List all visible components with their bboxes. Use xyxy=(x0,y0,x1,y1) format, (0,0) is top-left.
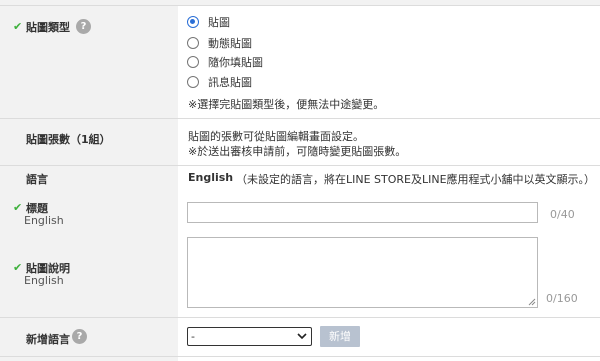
chevron-down-icon xyxy=(297,333,307,340)
check-icon: ✔ xyxy=(13,20,23,33)
radio-option-sticker[interactable]: 貼圖 xyxy=(187,13,230,31)
description-textarea[interactable] xyxy=(187,237,538,308)
description-language-sublabel: English xyxy=(24,274,64,287)
radio-option-label: 貼圖 xyxy=(208,16,230,29)
radio-option-custom-sticker[interactable]: 隨你填貼圖 xyxy=(187,53,263,71)
radio-option-label: 訊息貼圖 xyxy=(208,76,252,89)
check-icon: ✔ xyxy=(13,261,23,274)
top-divider xyxy=(0,0,600,6)
add-language-button[interactable]: 新增 xyxy=(320,326,360,347)
sticker-count-label: 貼圖張數（1組） xyxy=(26,133,111,146)
sticker-count-info: 貼圖的張數可從貼圖編輯畫面設定。 xyxy=(188,130,364,143)
radio-option-label: 隨你填貼圖 xyxy=(208,56,263,69)
radio-icon[interactable] xyxy=(187,76,199,88)
language-select[interactable]: - xyxy=(187,327,312,346)
row-divider xyxy=(0,118,600,119)
language-value: English xyxy=(188,171,234,184)
title-language-sublabel: English xyxy=(24,214,64,227)
sticker-type-note: ※選擇完貼圖類型後，便無法中途變更。 xyxy=(188,98,385,111)
row-divider xyxy=(0,356,600,357)
help-icon[interactable]: ? xyxy=(76,19,91,34)
title-input[interactable] xyxy=(187,202,538,223)
help-icon[interactable]: ? xyxy=(72,329,87,344)
radio-icon[interactable] xyxy=(187,37,199,49)
radio-option-animated-sticker[interactable]: 動態貼圖 xyxy=(187,34,252,52)
check-icon: ✔ xyxy=(13,201,23,214)
radio-icon[interactable] xyxy=(187,56,199,68)
sticker-count-note: ※於送出審核申請前，可隨時變更貼圖張數。 xyxy=(188,145,407,158)
radio-selected-icon[interactable] xyxy=(187,16,199,28)
radio-option-label: 動態貼圖 xyxy=(208,37,252,50)
language-select-value: - xyxy=(191,330,195,343)
radio-option-message-sticker[interactable]: 訊息貼圖 xyxy=(187,73,252,91)
language-note: （未設定的語言，將在LINE STORE及LINE應用程式小舖中以英文顯示。） xyxy=(236,173,596,186)
title-character-counter: 0/40 xyxy=(550,208,575,221)
resize-handle-icon[interactable] xyxy=(528,298,536,306)
row-divider xyxy=(0,317,600,318)
add-language-label: 新增語言 xyxy=(26,333,70,346)
sticker-type-label: 貼圖類型 xyxy=(26,21,70,34)
description-character-counter: 0/160 xyxy=(546,292,578,305)
language-label: 語言 xyxy=(26,173,48,186)
row-divider xyxy=(0,165,600,166)
